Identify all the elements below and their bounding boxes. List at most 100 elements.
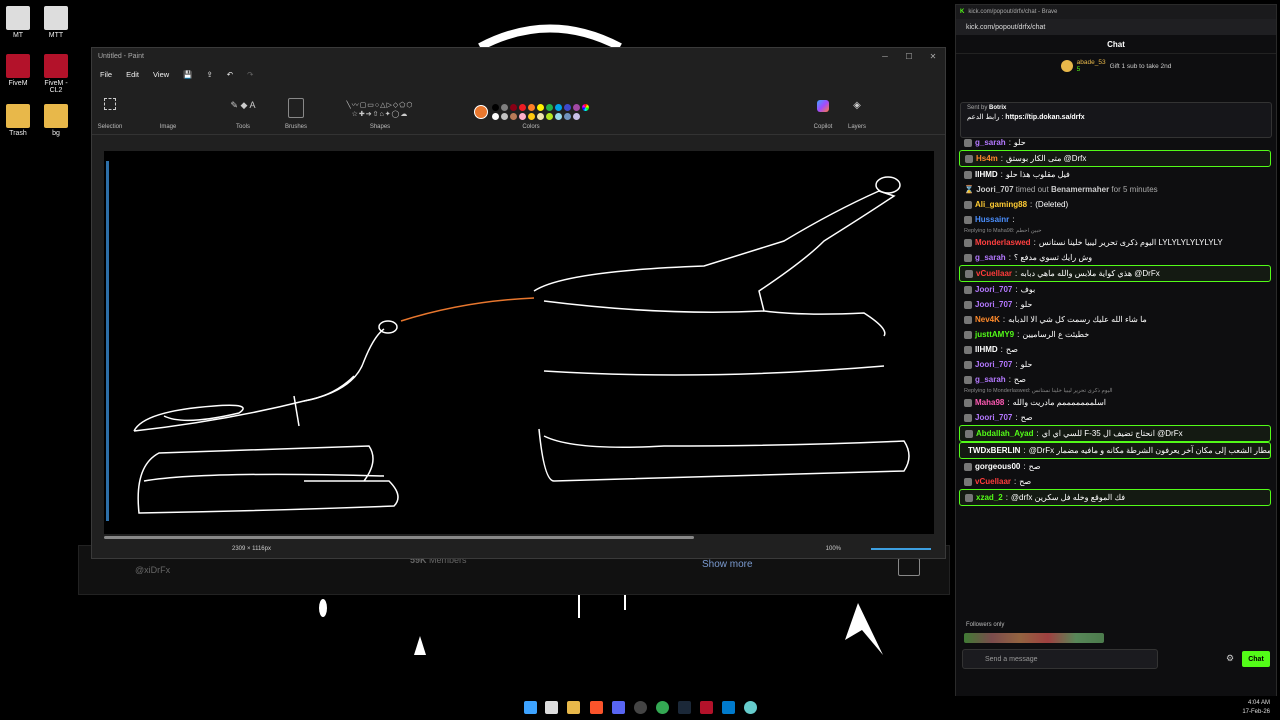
chat-username[interactable]: vCuellaar — [975, 477, 1011, 486]
paint-taskbar-icon[interactable] — [744, 701, 757, 714]
settings-icon[interactable]: ⚙ — [1226, 653, 1234, 664]
fivem-taskbar-icon[interactable] — [700, 701, 713, 714]
chat-username[interactable]: vCuellaar — [976, 269, 1012, 278]
chat-text: هذي كواية ملابس والله ماهي دبابه @DrFx — [1020, 269, 1160, 278]
chat-username[interactable]: Abdallah_Ayad — [976, 429, 1034, 438]
start-icon[interactable] — [524, 701, 537, 714]
chat-send-button[interactable]: Chat — [1242, 651, 1270, 667]
chrome-icon[interactable] — [656, 701, 669, 714]
pinned-link[interactable]: https://tip.dokan.sa/drfx — [1005, 114, 1084, 121]
zoom-slider[interactable] — [871, 548, 931, 550]
color-palette[interactable] — [491, 104, 589, 120]
chat-message[interactable]: Joori_707: حلو — [959, 297, 1271, 312]
chat-message[interactable]: Monderlaswed: اليوم ذكرى تحرير ليبيا خلي… — [959, 235, 1271, 250]
calendar-icon[interactable] — [545, 701, 558, 714]
chat-message[interactable]: g_sarah: حلو — [959, 135, 1271, 150]
chat-message[interactable]: TWDxBERLIN: @DrFx ممكن اسألك ليش تبدل مط… — [959, 442, 1271, 459]
chat-username[interactable]: Ali_gaming88 — [975, 200, 1027, 209]
group-shapes[interactable]: ╲〰▢▭○△▷◇⬠⬡ ☆✚➔⇧⌂✦◯☁ Shapes — [314, 100, 446, 134]
chat-username[interactable]: gorgeous00 — [975, 462, 1020, 471]
menu-file[interactable]: File — [100, 70, 112, 79]
chat-message[interactable]: Ali_gaming88: (Deleted) — [959, 197, 1271, 212]
chat-header: Chat — [956, 35, 1276, 54]
chat-message[interactable]: Hs4m: متى الكار بوستق @Drfx — [959, 150, 1271, 167]
group-layers[interactable]: ◈ Layers — [840, 100, 874, 134]
group-image[interactable]: Image — [128, 100, 208, 134]
close-icon[interactable]: ✕ — [921, 52, 945, 61]
obs-icon[interactable] — [634, 701, 647, 714]
browser-titlebar[interactable]: Kkick.com/popout/drfx/chat - Brave — [956, 5, 1276, 19]
chat-username[interactable]: justtAMY9 — [975, 330, 1014, 339]
chat-message[interactable]: IIHMD: صح — [959, 342, 1271, 357]
minimize-icon[interactable]: ─ — [873, 52, 897, 61]
emote-bar[interactable] — [964, 633, 1104, 643]
chat-message[interactable]: Joori_707: صح — [959, 410, 1271, 425]
paint-title: Untitled - Paint — [98, 52, 144, 60]
menu-edit[interactable]: Edit — [126, 70, 139, 79]
chat-message[interactable]: Hussainr: — [959, 212, 1271, 227]
group-copilot[interactable]: Copilot — [806, 100, 840, 134]
horizontal-scrollbar[interactable] — [104, 536, 694, 539]
message-input[interactable]: Send a message — [962, 649, 1158, 669]
paint-window[interactable]: Untitled - Paint ─ ☐ ✕ File Edit View 💾 ⇪ … — [91, 47, 946, 559]
share-icon[interactable]: ⇪ — [207, 70, 213, 79]
chat-username[interactable]: TWDxBERLIN — [968, 446, 1020, 455]
chat-message[interactable]: Nev4K: ما شاء الله عليك رسمت كل شي الا ا… — [959, 312, 1271, 327]
chat-message-list[interactable]: g_sarah: حلو Hs4m: متى الكار بوستق @Drfx I… — [959, 135, 1271, 506]
chat-message[interactable]: g_sarah: صح — [959, 372, 1271, 387]
chat-username[interactable]: g_sarah — [975, 375, 1006, 384]
pinned-message[interactable]: Sent by Botrix رابط الدعم : https://tip.… — [960, 102, 1272, 138]
chat-message[interactable]: IIHMD: فيل مقلوب هذا حلو — [959, 167, 1271, 182]
vscode-icon[interactable] — [722, 701, 735, 714]
group-tools[interactable]: ✎ ◆ A Tools — [208, 100, 278, 134]
status-bar: 2309 × 1116px 100% — [92, 540, 945, 558]
chat-username[interactable]: IIHMD — [975, 345, 998, 354]
chat-username[interactable]: Joori_707 — [975, 360, 1012, 369]
drawing-canvas[interactable] — [104, 151, 934, 534]
chat-username[interactable]: Hs4m — [976, 154, 998, 163]
chat-username[interactable]: Hussainr — [975, 215, 1009, 224]
mail-icon[interactable] — [898, 558, 920, 576]
group-selection[interactable]: Selection — [92, 98, 128, 134]
chat-message[interactable]: xzad_2: @drfx فك الموقع وخله فل سكرين — [959, 489, 1271, 506]
show-more-button[interactable]: Show more — [702, 559, 753, 570]
chat-message[interactable]: justtAMY9: خطيئت ع الرساميين — [959, 327, 1271, 342]
chat-username[interactable]: Maha98 — [975, 398, 1004, 407]
steam-icon[interactable] — [678, 701, 691, 714]
discord-icon[interactable] — [612, 701, 625, 714]
chat-message[interactable]: g_sarah: وش رايك تسوي مدفع ؟ — [959, 250, 1271, 265]
chat-username[interactable]: g_sarah — [975, 253, 1006, 262]
maximize-icon[interactable]: ☐ — [897, 52, 921, 61]
chat-message[interactable]: Joori_707: حلو — [959, 357, 1271, 372]
active-color-swatch[interactable] — [473, 105, 488, 119]
vertical-zoom-slider[interactable] — [106, 161, 109, 521]
paint-titlebar[interactable]: Untitled - Paint ─ ☐ ✕ — [92, 48, 945, 64]
brave-icon[interactable] — [590, 701, 603, 714]
address-bar[interactable]: kick.com/popout/drfx/chat — [956, 19, 1276, 35]
chat-message[interactable]: Joori_707: بوف — [959, 282, 1271, 297]
chat-message[interactable]: vCuellaar: هذي كواية ملابس والله ماهي دب… — [959, 265, 1271, 282]
badge-icon — [964, 375, 972, 384]
chat-username[interactable]: IIHMD — [975, 170, 998, 179]
zoom-level[interactable]: 100% — [826, 546, 841, 552]
chat-username[interactable]: Joori_707 — [975, 285, 1012, 294]
chat-username[interactable]: Joori_707 — [975, 300, 1012, 309]
system-clock[interactable]: 4:04 AM 17-Feb-26 — [1242, 699, 1270, 717]
undo-icon[interactable]: ↶ — [227, 70, 233, 79]
browser-window[interactable]: Kkick.com/popout/drfx/chat - Brave kick.… — [955, 4, 1277, 708]
chat-username[interactable]: g_sarah — [975, 138, 1006, 147]
chat-message[interactable]: Maha98: اسلمممممممم مادريت والله — [959, 395, 1271, 410]
chat-username[interactable]: xzad_2 — [976, 493, 1003, 502]
menu-view[interactable]: View — [153, 70, 169, 79]
explorer-icon[interactable] — [567, 701, 580, 714]
chat-message[interactable]: Abdallah_Ayad: للسي اي اي F-35 انحتاج تض… — [959, 425, 1271, 442]
chat-username[interactable]: Monderlaswed — [975, 238, 1031, 247]
group-brushes[interactable]: Brushes — [278, 98, 314, 134]
redo-icon[interactable]: ↷ — [247, 70, 253, 79]
group-colors[interactable]: Colors — [446, 100, 616, 134]
chat-message[interactable]: gorgeous00: صح — [959, 459, 1271, 474]
chat-username[interactable]: Nev4K — [975, 315, 1000, 324]
save-icon[interactable]: 💾 — [183, 70, 192, 79]
chat-message[interactable]: vCuellaar: صح — [959, 474, 1271, 489]
chat-username[interactable]: Joori_707 — [975, 413, 1012, 422]
